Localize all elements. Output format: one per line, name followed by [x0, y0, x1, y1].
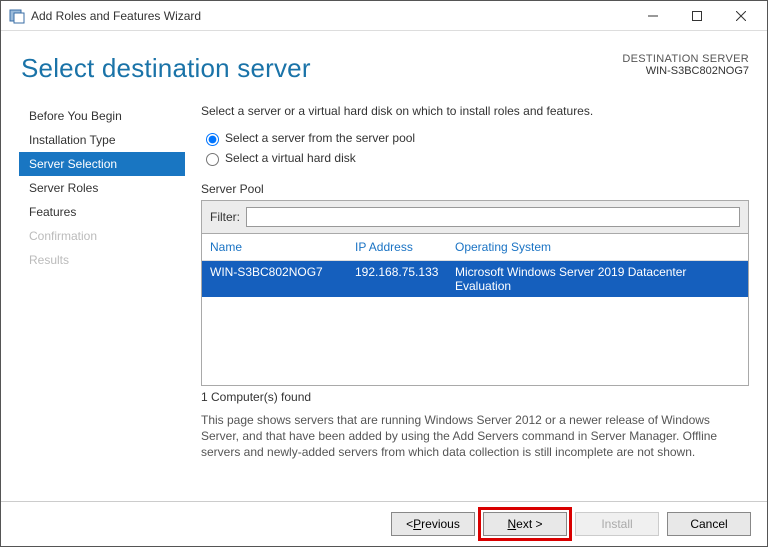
computer-count: 1 Computer(s) found — [201, 390, 749, 404]
destination-server-block: DESTINATION SERVER WIN-S3BC802NOG7 — [622, 53, 749, 77]
minimize-button[interactable] — [631, 2, 675, 30]
titlebar: Add Roles and Features Wizard — [1, 1, 767, 31]
filter-input[interactable] — [246, 207, 740, 227]
table-row[interactable]: WIN-S3BC802NOG7192.168.75.133Microsoft W… — [202, 261, 748, 297]
column-os[interactable]: Operating System — [455, 240, 740, 254]
radio-server-pool[interactable]: Select a server from the server pool — [201, 130, 749, 146]
window-title: Add Roles and Features Wizard — [31, 9, 201, 23]
filter-box: Filter: — [201, 200, 749, 234]
sidebar-step-server-selection[interactable]: Server Selection — [19, 152, 185, 176]
radio-virtual-disk[interactable]: Select a virtual hard disk — [201, 150, 749, 166]
sidebar-step-installation-type[interactable]: Installation Type — [19, 128, 185, 152]
install-button: Install — [575, 512, 659, 536]
column-ip[interactable]: IP Address — [355, 240, 455, 254]
sidebar-step-server-roles[interactable]: Server Roles — [19, 176, 185, 200]
server-pool-table[interactable]: Name IP Address Operating System WIN-S3B… — [201, 234, 749, 386]
close-button[interactable] — [719, 2, 763, 30]
next-button[interactable]: Next > — [483, 512, 567, 536]
cell-name: WIN-S3BC802NOG7 — [210, 265, 355, 293]
sidebar-step-before-you-begin[interactable]: Before You Begin — [19, 104, 185, 128]
server-pool-label: Server Pool — [201, 182, 749, 196]
wizard-steps-sidebar: Before You BeginInstallation TypeServer … — [19, 102, 185, 501]
window-controls — [631, 2, 763, 30]
footer-explanation: This page shows servers that are running… — [201, 412, 749, 460]
sidebar-step-features[interactable]: Features — [19, 200, 185, 224]
cancel-button[interactable]: Cancel — [667, 512, 751, 536]
column-name[interactable]: Name — [210, 240, 355, 254]
radio-virtual-disk-label: Select a virtual hard disk — [225, 151, 356, 165]
destination-server-label: DESTINATION SERVER — [622, 53, 749, 65]
table-header: Name IP Address Operating System — [202, 234, 748, 261]
instruction-text: Select a server or a virtual hard disk o… — [201, 104, 749, 118]
app-icon — [9, 8, 25, 24]
radio-server-pool-input[interactable] — [206, 133, 219, 146]
radio-server-pool-label: Select a server from the server pool — [225, 131, 415, 145]
sidebar-step-results: Results — [19, 248, 185, 272]
maximize-button[interactable] — [675, 2, 719, 30]
radio-virtual-disk-input[interactable] — [206, 153, 219, 166]
wizard-window: Add Roles and Features Wizard Select des… — [0, 0, 768, 547]
sidebar-step-confirmation: Confirmation — [19, 224, 185, 248]
cell-os: Microsoft Windows Server 2019 Datacenter… — [455, 265, 740, 293]
cell-ip: 192.168.75.133 — [355, 265, 455, 293]
destination-server-value: WIN-S3BC802NOG7 — [622, 65, 749, 77]
previous-button[interactable]: < Previous — [391, 512, 475, 536]
filter-label: Filter: — [210, 210, 240, 224]
button-bar: < Previous Next > Install Cancel — [1, 501, 767, 546]
page-title: Select destination server — [21, 53, 311, 84]
